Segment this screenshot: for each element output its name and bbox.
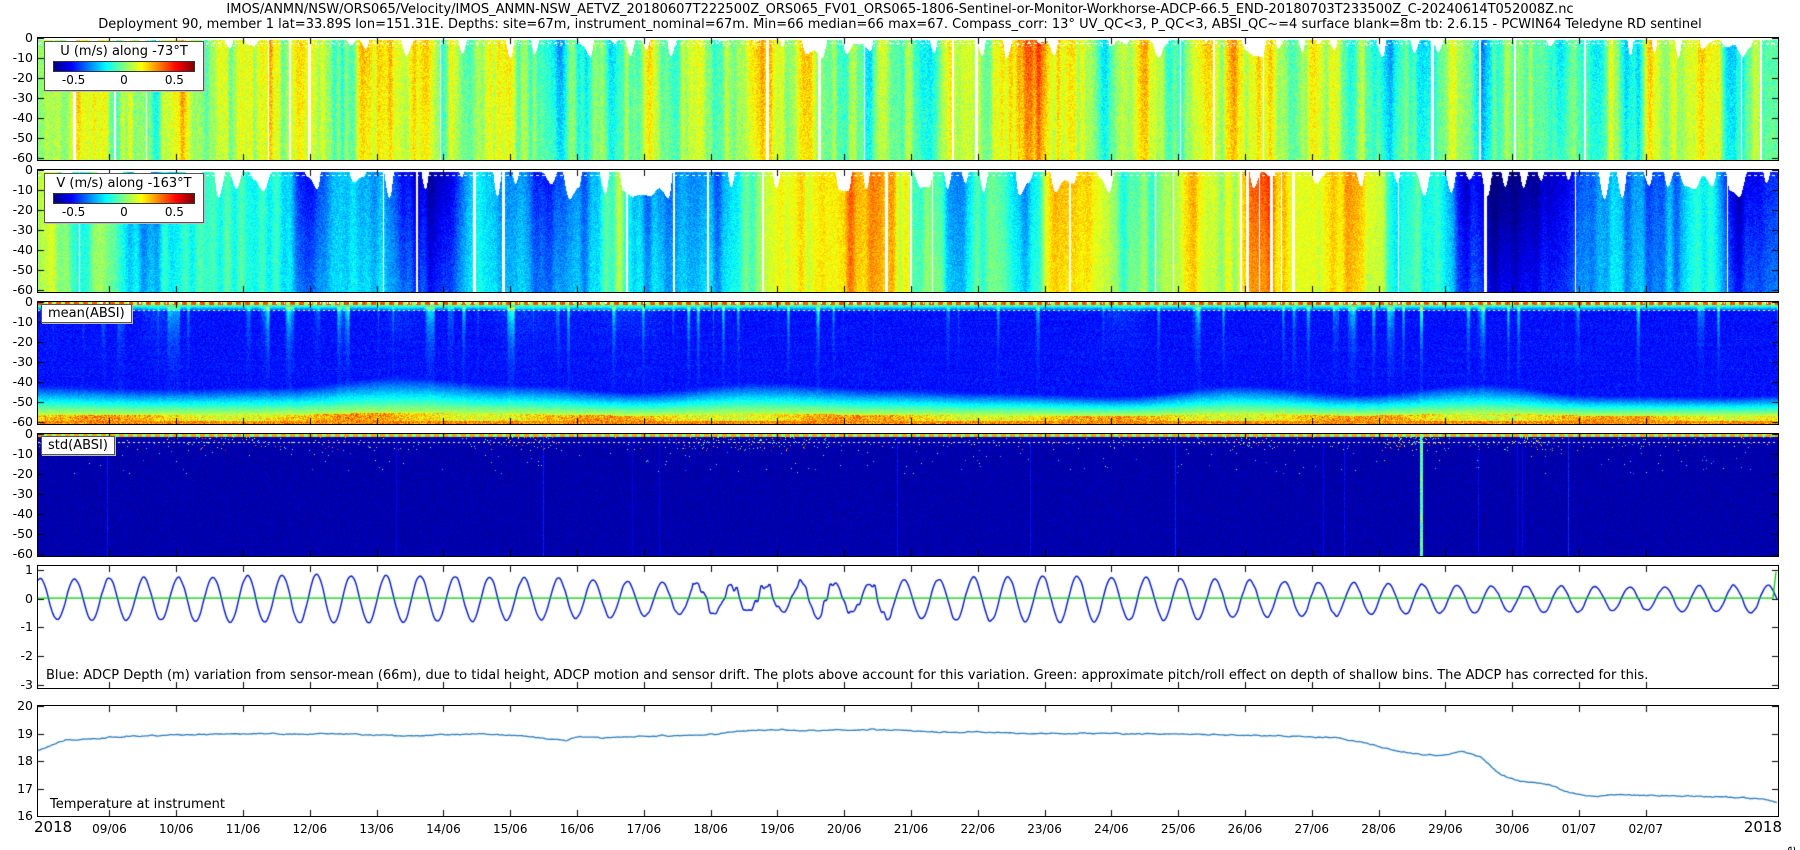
- y-tick-label: 0: [0, 426, 33, 441]
- y-tick-label: -30: [0, 486, 33, 501]
- panel-temperature-line-chart: [37, 705, 1779, 817]
- figure-title-line2: Deployment 90, member 1 lat=33.89S lon=1…: [0, 17, 1800, 32]
- std-absi-label: std(ABSI): [41, 436, 115, 455]
- mean-absi-heatmap-canvas: [38, 302, 1778, 424]
- y-tick-label: -30: [0, 90, 33, 105]
- x-tick-label: 17/06: [627, 822, 662, 836]
- y-tick-label: -60: [0, 546, 33, 561]
- y-tick-label: 0: [0, 162, 33, 177]
- y-tick-label: -3: [0, 677, 33, 692]
- y-tick-label: -50: [0, 130, 33, 145]
- x-tick-label: 02/07: [1628, 822, 1663, 836]
- x-tick-label: 25/06: [1161, 822, 1196, 836]
- y-tick-label: 16: [0, 808, 33, 823]
- y-tick-label: -30: [0, 222, 33, 237]
- y-tick-label: -10: [0, 314, 33, 329]
- std-absi-heatmap-canvas: [38, 434, 1778, 556]
- v-colorbar-legend: V (m/s) along -163°T -0.5 0 0.5: [44, 173, 204, 223]
- x-tick-label: 20/06: [827, 822, 862, 836]
- y-tick-label: -40: [0, 374, 33, 389]
- y-tick-label: 0: [0, 591, 33, 606]
- u-colorbar-tick-min: -0.5: [62, 73, 85, 87]
- u-colorbar-gradient: [53, 61, 195, 72]
- x-tick-label: 18/06: [693, 822, 728, 836]
- x-tick-label: 21/06: [894, 822, 929, 836]
- temperature-line-canvas: [38, 706, 1778, 816]
- panel-mean-absi-heatmap: mean(ABSI): [37, 301, 1779, 425]
- temperature-label: Temperature at instrument: [50, 797, 225, 812]
- u-colorbar-tick-max: 0.5: [165, 73, 184, 87]
- y-tick-label: -10: [0, 182, 33, 197]
- x-axis-year-left: 2018: [34, 818, 72, 836]
- v-colorbar-ticks: -0.5 0 0.5: [54, 205, 194, 219]
- y-tick-label: 20: [0, 698, 33, 713]
- v-colorbar-gradient: [53, 193, 195, 204]
- y-tick-label: -50: [0, 394, 33, 409]
- x-tick-label: 26/06: [1228, 822, 1263, 836]
- y-tick-label: 19: [0, 726, 33, 741]
- y-tick-label: 0: [0, 30, 33, 45]
- y-tick-label: -20: [0, 70, 33, 85]
- y-tick-label: 17: [0, 781, 33, 796]
- x-tick-label: 30/06: [1495, 822, 1530, 836]
- v-legend-title: V (m/s) along -163°T: [53, 176, 195, 191]
- y-tick-label: -30: [0, 354, 33, 369]
- x-tick-label: 15/06: [493, 822, 528, 836]
- x-tick-label: 28/06: [1361, 822, 1396, 836]
- y-tick-label: -1: [0, 619, 33, 634]
- v-colorbar-tick-max: 0.5: [165, 205, 184, 219]
- figure-title-line1: IMOS/ANMN/NSW/ORS065/Velocity/IMOS_ANMN-…: [0, 2, 1800, 17]
- y-tick-label: -40: [0, 110, 33, 125]
- x-tick-label: 13/06: [359, 822, 394, 836]
- u-velocity-heatmap-canvas: [38, 38, 1778, 160]
- y-tick-label: -20: [0, 334, 33, 349]
- y-tick-label: -50: [0, 526, 33, 541]
- y-tick-label: 0: [0, 294, 33, 309]
- x-tick-label: 12/06: [293, 822, 328, 836]
- v-colorbar-tick-min: -0.5: [62, 205, 85, 219]
- y-tick-label: -20: [0, 202, 33, 217]
- v-colorbar-tick-zero: 0: [120, 205, 128, 219]
- imos-watermark: © IMOS 05-May-2025 08:40:17 Hobart time: [1784, 846, 1798, 850]
- x-tick-label: 27/06: [1294, 822, 1329, 836]
- x-tick-label: 09/06: [92, 822, 127, 836]
- mean-absi-label: mean(ABSI): [41, 304, 132, 323]
- y-tick-label: -20: [0, 466, 33, 481]
- x-tick-label: 19/06: [760, 822, 795, 836]
- u-colorbar-ticks: -0.5 0 0.5: [54, 73, 194, 87]
- v-velocity-heatmap-canvas: [38, 170, 1778, 292]
- y-tick-label: -50: [0, 262, 33, 277]
- panel-std-absi-heatmap: std(ABSI): [37, 433, 1779, 557]
- u-colorbar-tick-zero: 0: [120, 73, 128, 87]
- panel-u-velocity-heatmap: U (m/s) along -73°T -0.5 0 0.5: [37, 37, 1779, 161]
- x-tick-label: 01/07: [1562, 822, 1597, 836]
- y-tick-label: -10: [0, 446, 33, 461]
- x-tick-label: 14/06: [426, 822, 461, 836]
- x-tick-label: 22/06: [961, 822, 996, 836]
- x-tick-label: 16/06: [560, 822, 595, 836]
- y-tick-label: -40: [0, 242, 33, 257]
- u-legend-title: U (m/s) along -73°T: [53, 44, 195, 59]
- x-tick-label: 23/06: [1027, 822, 1062, 836]
- x-tick-label: 24/06: [1094, 822, 1129, 836]
- y-tick-label: 18: [0, 753, 33, 768]
- x-tick-label: 29/06: [1428, 822, 1463, 836]
- y-tick-label: 1: [0, 562, 33, 577]
- y-tick-label: -2: [0, 648, 33, 663]
- y-tick-label: -40: [0, 506, 33, 521]
- y-tick-label: -10: [0, 50, 33, 65]
- x-tick-label: 10/06: [159, 822, 194, 836]
- tide-note-text: Blue: ADCP Depth (m) variation from sens…: [46, 668, 1648, 683]
- u-colorbar-legend: U (m/s) along -73°T -0.5 0 0.5: [44, 41, 204, 91]
- panel-v-velocity-heatmap: V (m/s) along -163°T -0.5 0 0.5: [37, 169, 1779, 293]
- x-tick-label: 11/06: [226, 822, 261, 836]
- x-axis-year-right: 2018: [1744, 818, 1782, 836]
- adcp-deployment-figure: IMOS/ANMN/NSW/ORS065/Velocity/IMOS_ANMN-…: [0, 0, 1800, 850]
